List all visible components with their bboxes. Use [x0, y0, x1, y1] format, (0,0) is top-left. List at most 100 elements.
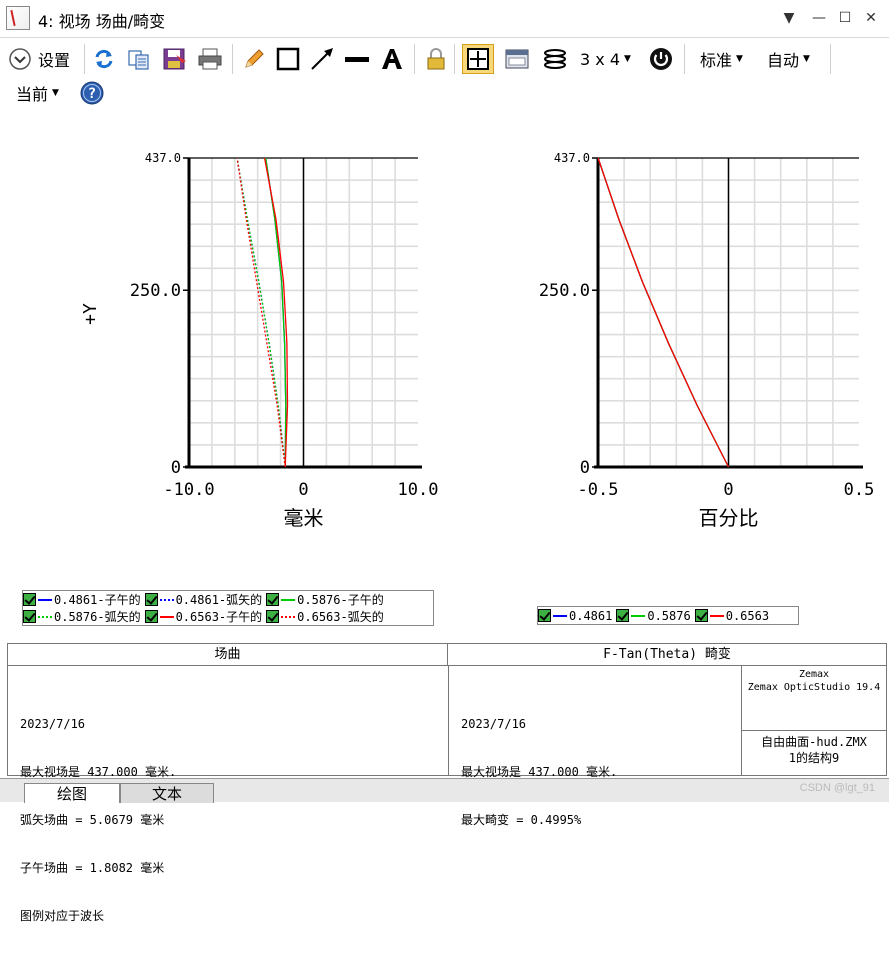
print-button[interactable] — [196, 44, 224, 74]
x-tick-label: 0.5 — [844, 480, 875, 500]
legend-label: 0.4861-子午的 — [54, 593, 141, 607]
tab-graph[interactable]: 绘图 — [24, 783, 120, 803]
lock-button[interactable] — [424, 44, 448, 74]
checkbox-icon[interactable] — [266, 610, 280, 623]
toolbar-divider — [414, 44, 415, 74]
legend-label: 0.6563-子午的 — [175, 610, 263, 624]
legend-swatch — [159, 615, 174, 618]
chart-2: 0250.0437.0-0.5 0 0.5百分比 — [539, 151, 875, 530]
toolbar-divider — [830, 44, 831, 74]
checkbox-icon[interactable] — [23, 593, 36, 606]
y-tick-label: 437.0 — [554, 151, 590, 165]
legend-item[interactable]: 0.4861 — [538, 609, 612, 623]
watermark: CSDN @lgt_91 — [799, 782, 875, 794]
fit-view-button[interactable] — [462, 44, 494, 74]
printer-icon — [198, 48, 222, 70]
brand-version: Zemax OpticStudio 19.4 — [747, 682, 881, 693]
line-button[interactable] — [344, 44, 370, 74]
current-dropdown[interactable]: 当前 ▼ — [16, 78, 59, 108]
legend-swatch — [631, 614, 646, 617]
minimize-icon[interactable]: — — [808, 8, 830, 28]
legend-label: 0.6563-弧矢的 — [297, 610, 384, 624]
checkbox-icon[interactable] — [144, 593, 158, 606]
settings-button[interactable]: 设置 — [8, 44, 70, 74]
text-icon — [382, 49, 402, 69]
caret-down-icon: ▼ — [624, 54, 631, 64]
legend-swatch — [281, 598, 296, 601]
caret-down-icon: ▼ — [52, 88, 59, 98]
x-tick-label: -0.5 — [578, 480, 619, 500]
bottom-tabs: 绘图 文本 — [0, 778, 889, 803]
copy-button[interactable] — [126, 44, 152, 74]
info-divider — [741, 730, 887, 731]
file-box: 自由曲面-hud.ZMX 1的结构9 — [742, 734, 886, 766]
layout-dropdown[interactable]: 3 x 4 ▼ — [580, 44, 631, 74]
auto-label: 自动 — [767, 51, 800, 70]
auto-dropdown[interactable]: 自动 ▼ — [767, 44, 810, 74]
legend-label: 0.4861-弧矢的 — [175, 593, 263, 607]
checkbox-icon[interactable] — [694, 609, 708, 622]
current-label: 当前 — [16, 85, 49, 104]
x-axis-label: 毫米 — [284, 506, 324, 530]
legend-item[interactable]: 0.4861-子午的 — [23, 591, 141, 608]
y-tick-label: 250.0 — [130, 281, 181, 301]
brand-box: Zemax Zemax OpticStudio 19.4 — [742, 668, 886, 694]
legend-item[interactable]: 0.6563 — [694, 608, 770, 623]
arrow-button[interactable] — [310, 44, 336, 74]
legend-label: 0.6563 — [725, 608, 770, 623]
window-button[interactable] — [504, 44, 530, 74]
info-panel: 场曲 F-Tan(Theta) 畸变 2023/7/16 最大视场是 437.0… — [7, 643, 887, 923]
crosshair-frame-icon — [467, 48, 489, 70]
refresh-button[interactable] — [92, 44, 116, 74]
checkbox-icon[interactable] — [538, 609, 551, 622]
legend-label: 0.5876 — [647, 608, 691, 623]
save-button[interactable] — [162, 44, 188, 74]
charts-svg: 0250.0437.0-10.0 0 10.0毫米+Y0250.0437.0-0.5… — [80, 151, 875, 530]
legend-item[interactable]: 0.6563-子午的 — [144, 608, 263, 625]
checkbox-icon[interactable] — [23, 610, 36, 623]
x-tick-label: -10.0 — [163, 480, 214, 500]
rectangle-icon — [276, 47, 300, 71]
x-tick-label: 0 — [298, 480, 308, 500]
maximize-icon[interactable]: ☐ — [834, 8, 856, 28]
chevron-down-circle-icon — [9, 48, 31, 70]
power-button[interactable] — [648, 44, 674, 74]
layers-button[interactable] — [542, 44, 568, 74]
checkbox-icon[interactable] — [616, 609, 630, 622]
legend-item[interactable]: 0.4861-弧矢的 — [144, 591, 263, 608]
configuration: 1的结构9 — [788, 751, 840, 765]
standard-label: 标准 — [700, 51, 733, 70]
y-tick-label: 0 — [171, 458, 181, 478]
checkbox-icon[interactable] — [144, 610, 158, 623]
window-icon — [505, 49, 529, 69]
settings-label: 设置 — [38, 51, 71, 70]
lock-icon — [427, 48, 445, 70]
copy-icon — [128, 50, 149, 70]
rectangle-button[interactable] — [276, 44, 300, 74]
legend-row: 0.4861-子午的 0.4861-弧矢的 0.5876-子午的 — [23, 591, 433, 608]
field-curvature-text: 2023/7/16 最大视场是 437.000 毫米. 弧矢场曲 = 5.067… — [20, 684, 176, 956]
close-icon[interactable]: ✕ — [860, 8, 882, 28]
chart-1: 0250.0437.0-10.0 0 10.0毫米+Y — [80, 151, 438, 530]
text-button[interactable] — [380, 44, 404, 74]
info-line: 2023/7/16 — [20, 717, 86, 731]
checkbox-icon[interactable] — [266, 593, 280, 606]
line-icon — [345, 57, 369, 62]
field-curvature-legend: 0.4861-子午的 0.4861-弧矢的 0.5876-子午的 0.5876-弧矢的… — [22, 590, 434, 626]
legend-row: 0.4861 0.5876 0.6563 — [538, 607, 798, 624]
tab-text[interactable]: 文本 — [120, 783, 214, 803]
toolbar-secondary: 当前 ▼ ? — [0, 78, 889, 110]
layers-icon — [544, 49, 566, 69]
x-tick-label: 0 — [723, 480, 733, 500]
dropdown-icon[interactable]: ▼ — [778, 8, 800, 28]
y-axis-label: +Y — [80, 303, 101, 325]
legend-item[interactable]: 0.5876-子午的 — [266, 591, 384, 608]
y-tick-label: 0 — [580, 458, 590, 478]
help-button[interactable]: ? — [80, 78, 104, 108]
legend-item[interactable]: 0.5876-弧矢的 — [23, 608, 141, 625]
standard-dropdown[interactable]: 标准 ▼ — [700, 44, 743, 74]
legend-item[interactable]: 0.5876 — [616, 608, 691, 623]
legend-item[interactable]: 0.6563-弧矢的 — [266, 608, 384, 625]
pencil-button[interactable] — [242, 44, 266, 74]
distortion-text: 2023/7/16 最大视场是 437.000 毫米. 最大畸变 = 0.499… — [461, 684, 617, 860]
